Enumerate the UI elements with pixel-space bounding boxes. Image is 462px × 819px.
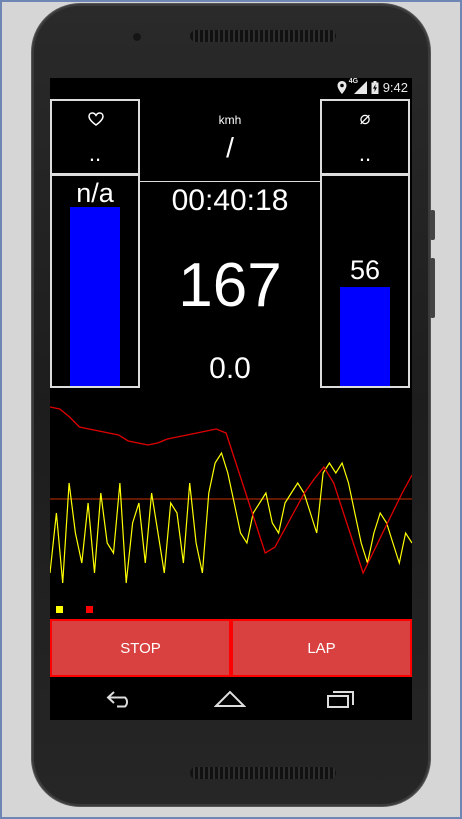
- heart-rate-bar-panel: n/a: [50, 174, 140, 388]
- heart-rate-value: ..: [88, 141, 102, 166]
- average-bar-label: 56: [349, 255, 381, 285]
- location-icon: [337, 81, 347, 94]
- battery-charging-icon: [371, 81, 379, 94]
- screen: 4G 9:42 .. n/a kmh / ⌀ .. 56 00:40:18 16…: [50, 78, 412, 720]
- main-value: 167: [178, 251, 282, 320]
- secondary-value: 0.0: [209, 352, 251, 385]
- back-icon[interactable]: [105, 690, 135, 708]
- status-bar: 4G 9:42: [50, 78, 412, 98]
- network-type: 4G: [348, 78, 359, 85]
- heart-icon: [88, 112, 104, 126]
- volume-button[interactable]: [430, 210, 435, 240]
- elapsed-time: 00:40:18: [171, 184, 289, 217]
- average-bar-panel: 56: [320, 174, 410, 388]
- heart-rate-bar: [70, 207, 120, 386]
- status-time: 9:42: [382, 80, 408, 95]
- average-value: ..: [358, 141, 372, 166]
- heart-rate-bar-label: n/a: [76, 178, 114, 208]
- camera-icon: [131, 31, 143, 43]
- chart-legend: [56, 606, 156, 614]
- recents-icon[interactable]: [325, 689, 355, 709]
- home-icon[interactable]: [214, 690, 246, 708]
- average-icon: ⌀: [359, 108, 371, 128]
- stop-button[interactable]: STOP: [50, 619, 231, 677]
- speed-value: /: [226, 132, 234, 163]
- chart-series-0-line: [50, 451, 412, 584]
- navigation-bar: [50, 678, 412, 720]
- signal-icon: 4G: [348, 78, 367, 94]
- activity-chart: [50, 406, 412, 584]
- legend-swatch-0: [56, 606, 63, 613]
- heart-rate-tile[interactable]: ..: [50, 99, 140, 175]
- lap-button[interactable]: LAP: [231, 619, 412, 677]
- top-speaker: [190, 30, 336, 42]
- average-tile[interactable]: ⌀ ..: [320, 99, 410, 175]
- center-divider: [140, 181, 320, 182]
- legend-swatch-1: [86, 606, 93, 613]
- average-bar: [340, 287, 390, 386]
- speed-unit: kmh: [218, 113, 242, 127]
- power-button[interactable]: [430, 258, 435, 318]
- bottom-speaker: [190, 767, 336, 779]
